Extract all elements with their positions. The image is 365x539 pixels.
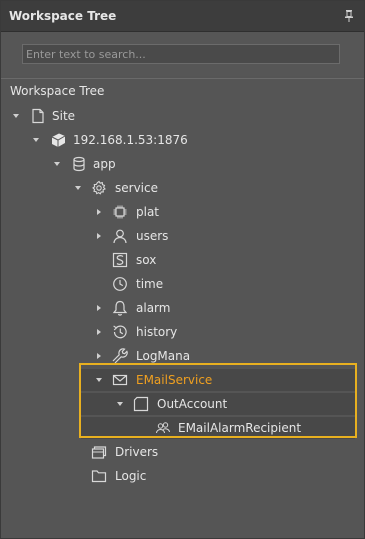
section-header: Workspace Tree [1,78,364,103]
collapse-arrow-icon[interactable] [95,376,103,384]
tree-node-site[interactable]: Site [1,105,364,127]
tree-node-app[interactable]: app [1,153,364,175]
folder-icon [91,468,107,484]
tree-node-emailservice[interactable]: EMailService [81,369,355,391]
sox-icon [112,252,128,268]
tree-node-drivers[interactable]: Drivers [1,441,364,463]
collapse-arrow-icon[interactable] [116,400,124,408]
tree-node-logic[interactable]: Logic [1,465,364,487]
search-area [1,32,364,76]
tree-label-emailalarmrecipient: EMailAlarmRecipient [178,421,302,435]
tree-label-sox: sox [136,253,157,267]
pin-icon[interactable] [344,10,354,22]
history-icon [112,324,128,340]
tree-node-outaccount[interactable]: OutAccount [81,393,355,415]
users-group-icon [155,420,171,436]
drivers-icon [91,444,107,460]
tree-label-users: users [136,229,169,243]
expand-arrow-icon[interactable] [95,208,103,216]
wrench-icon [112,348,128,364]
collapse-arrow-icon[interactable] [32,136,40,144]
expand-arrow-icon[interactable] [95,352,103,360]
device-icon [50,132,66,148]
tree-label-emailservice: EMailService [136,373,213,387]
tree-label-outaccount: OutAccount [157,397,228,411]
tree-node-users[interactable]: users [1,225,364,247]
collapse-arrow-icon[interactable] [12,112,20,120]
expand-arrow-icon[interactable] [95,328,103,336]
tree-node-plat[interactable]: plat [1,201,364,223]
database-icon [71,156,87,172]
expand-arrow-icon[interactable] [95,232,103,240]
clock-icon [112,276,128,292]
envelope-icon [112,372,128,388]
tree-node-alarm[interactable]: alarm [1,297,364,319]
tree-label-device: 192.168.1.53:1876 [73,133,188,147]
tree-node-logmana[interactable]: LogMana [1,345,364,367]
tree-label-alarm: alarm [136,301,171,315]
object-icon [133,396,149,412]
search-input[interactable] [22,44,340,64]
tree-node-history[interactable]: history [1,321,364,343]
gear-icon [91,180,107,196]
collapse-arrow-icon[interactable] [74,184,82,192]
tree-node-service[interactable]: service [1,177,364,199]
workspace-tree-panel: Workspace Tree Workspace Tree Site [0,0,365,539]
page-icon [30,108,46,124]
tree-node-device[interactable]: 192.168.1.53:1876 [1,129,364,151]
tree-node-time[interactable]: time [1,273,364,295]
tree-node-emailalarmrecipient[interactable]: EMailAlarmRecipient [81,417,355,439]
section-title: Workspace Tree [10,84,105,98]
tree-label-time: time [136,277,164,291]
tree-label-drivers: Drivers [115,445,159,459]
tree-label-plat: plat [136,205,160,219]
tree-label-logmana: LogMana [136,349,191,363]
user-icon [112,228,128,244]
tree-label-app: app [93,157,116,171]
collapse-arrow-icon[interactable] [53,160,61,168]
panel-title: Workspace Tree [9,9,117,23]
expand-arrow-icon[interactable] [95,304,103,312]
tree-label-site: Site [52,109,76,123]
chip-icon [112,204,128,220]
tree-label-service: service [115,181,158,195]
tree-node-sox[interactable]: sox [1,249,364,271]
tree-label-logic: Logic [115,469,147,483]
bell-icon [112,300,128,316]
tree-label-history: history [136,325,178,339]
panel-title-bar: Workspace Tree [1,1,364,32]
